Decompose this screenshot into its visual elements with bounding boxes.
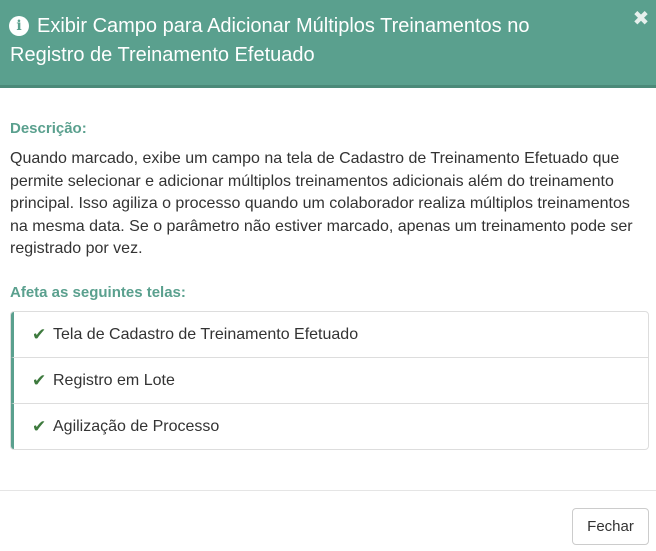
modal-dialog: i Exibir Campo para Adicionar Múltiplos … [0,0,656,551]
check-icon: ✔ [32,325,47,344]
check-icon: ✔ [32,417,47,436]
close-button[interactable]: Fechar [572,508,649,545]
list-item: ✔ Tela de Cadastro de Treinamento Efetua… [11,312,648,358]
list-item: ✔ Registro em Lote [11,358,648,404]
affects-label: Afeta as seguintes telas: [10,284,186,301]
description-text: Quando marcado, exibe um campo na tela d… [10,150,633,257]
footer-divider [0,490,656,491]
modal-title: Exibir Campo para Adicionar Múltiplos Tr… [10,15,530,66]
list-item-label: Tela de Cadastro de Treinamento Efetuado [53,326,359,343]
check-icon: ✔ [32,371,47,390]
list-item: ✔ Agilização de Processo [11,404,648,449]
list-item-label: Registro em Lote [53,372,175,389]
list-item-label: Agilização de Processo [53,418,220,435]
close-icon[interactable]: ✖ [632,9,650,29]
affected-screens-list: ✔ Tela de Cadastro de Treinamento Efetua… [10,311,649,450]
modal-header: i Exibir Campo para Adicionar Múltiplos … [0,0,656,88]
description-label: Descrição: [10,120,87,137]
